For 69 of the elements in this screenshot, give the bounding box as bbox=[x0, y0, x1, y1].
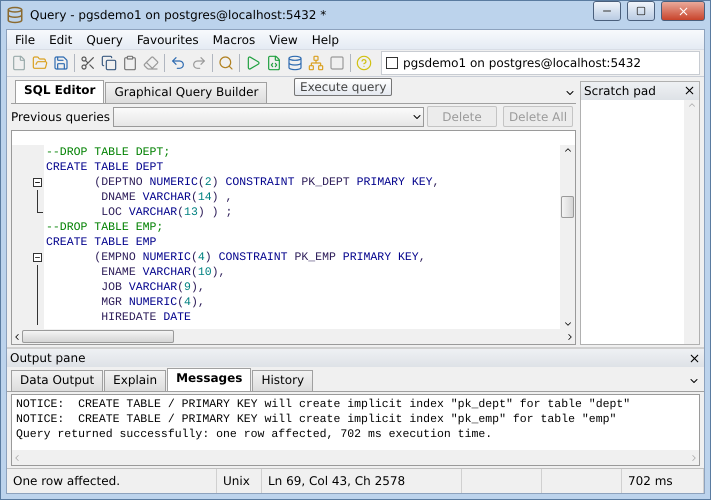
tab[interactable]: History bbox=[252, 370, 314, 391]
code-line: ENAME VARCHAR(10), bbox=[100, 264, 226, 280]
tree-icon[interactable] bbox=[308, 55, 324, 72]
code-line: --DROP TABLE EMP; bbox=[46, 220, 164, 235]
close-icon[interactable] bbox=[688, 352, 701, 364]
pane-title: Scratch pad bbox=[584, 84, 656, 98]
save-icon[interactable] bbox=[53, 55, 69, 72]
menu-item[interactable]: Macros bbox=[206, 32, 262, 47]
redo-icon[interactable] bbox=[191, 55, 207, 72]
eraser-icon[interactable] bbox=[143, 55, 159, 72]
maximize-icon bbox=[636, 6, 646, 16]
search-icon[interactable] bbox=[218, 55, 234, 72]
collapse-icon[interactable] bbox=[32, 178, 42, 187]
menu-item[interactable]: Help bbox=[306, 32, 346, 47]
connection-field[interactable]: pgsdemo1 on postgres@localhost:5432 bbox=[381, 51, 700, 76]
scroll-thumb[interactable] bbox=[561, 196, 574, 218]
code-line: DNAME VARCHAR(14) , bbox=[100, 190, 234, 205]
clipboard-icon[interactable] bbox=[122, 55, 138, 72]
vertical-scrollbar[interactable] bbox=[560, 144, 575, 329]
collapse-icon[interactable] bbox=[32, 252, 42, 262]
tab[interactable]: Explain bbox=[104, 370, 166, 391]
status-text: Ln 69, Col 43, Ch 2578 bbox=[262, 469, 462, 493]
database-icon[interactable] bbox=[287, 55, 303, 72]
status-text: Unix bbox=[217, 469, 262, 493]
close-button[interactable] bbox=[661, 1, 705, 21]
code-line: --DROP TABLE DEPT; bbox=[46, 144, 172, 160]
code-line: MGR NUMERIC(4), bbox=[100, 294, 206, 310]
menu-item[interactable]: Edit bbox=[43, 32, 78, 47]
status-text: One row affected. bbox=[7, 469, 217, 493]
message-line: Query returned successfully: one row affected, 702 ms execution time. bbox=[16, 427, 494, 442]
open-folder-icon[interactable] bbox=[32, 55, 48, 72]
close-icon[interactable] bbox=[683, 84, 696, 98]
scroll-thumb[interactable] bbox=[22, 330, 174, 343]
new-file-icon[interactable] bbox=[11, 55, 27, 72]
code-line: HIREDATE DATE bbox=[100, 310, 192, 325]
code-line: LOC VARCHAR(13) ) ; bbox=[100, 204, 234, 220]
close-icon bbox=[676, 4, 690, 18]
code-line: (DEPTNO NUMERIC(2) CONSTRAINT PK_DEPT PRIMARY KEY, bbox=[93, 174, 440, 190]
code-editor[interactable] bbox=[11, 130, 576, 345]
undo-icon[interactable] bbox=[170, 55, 186, 72]
window-title: Query - pgsdemo1 on postgres@localhost:5432 * bbox=[30, 8, 328, 22]
menu-item[interactable]: Favourites bbox=[130, 32, 205, 47]
play-icon[interactable] bbox=[245, 55, 261, 72]
stop-icon[interactable] bbox=[329, 55, 345, 72]
status-text: 702 ms bbox=[622, 469, 704, 493]
code-line: (EMPNO NUMERIC(4) CONSTRAINT PK_EMP PRIMARY KEY, bbox=[93, 250, 427, 265]
maximize-button[interactable] bbox=[627, 1, 655, 21]
tab[interactable]: Data Output bbox=[11, 370, 104, 391]
message-line: NOTICE: CREATE TABLE / PRIMARY KEY will create implicit index "pk_emp" for table "emp" bbox=[16, 412, 618, 427]
message-line: NOTICE: CREATE TABLE / PRIMARY KEY will create implicit index "pk_dept" for table "dept" bbox=[16, 397, 632, 412]
horizontal-scrollbar[interactable] bbox=[12, 329, 575, 344]
connection-label: pgsdemo1 on postgres@localhost:5432 bbox=[403, 56, 642, 70]
tab[interactable]: Messages bbox=[167, 368, 252, 391]
menu-item[interactable]: View bbox=[263, 32, 304, 47]
code-line: JOB VARCHAR(9), bbox=[100, 280, 206, 295]
database-logo-icon bbox=[6, 6, 24, 24]
code-line: CREATE TABLE EMP bbox=[46, 234, 158, 250]
tooltip: Execute query bbox=[294, 78, 392, 96]
tab[interactable]: Graphical Query Builder bbox=[105, 82, 268, 103]
scissors-icon[interactable] bbox=[80, 55, 96, 72]
checkbox[interactable] bbox=[386, 57, 398, 70]
pane-title: Output pane bbox=[10, 351, 86, 365]
menu-item[interactable]: Query bbox=[80, 32, 129, 47]
menu-item[interactable]: File bbox=[9, 32, 42, 47]
tab[interactable]: SQL Editor bbox=[15, 80, 104, 103]
copy-icon[interactable] bbox=[101, 55, 117, 72]
field-label: Previous queries bbox=[11, 110, 110, 124]
minimize-button[interactable] bbox=[593, 1, 621, 21]
code-line: CREATE TABLE DEPT bbox=[46, 160, 164, 175]
